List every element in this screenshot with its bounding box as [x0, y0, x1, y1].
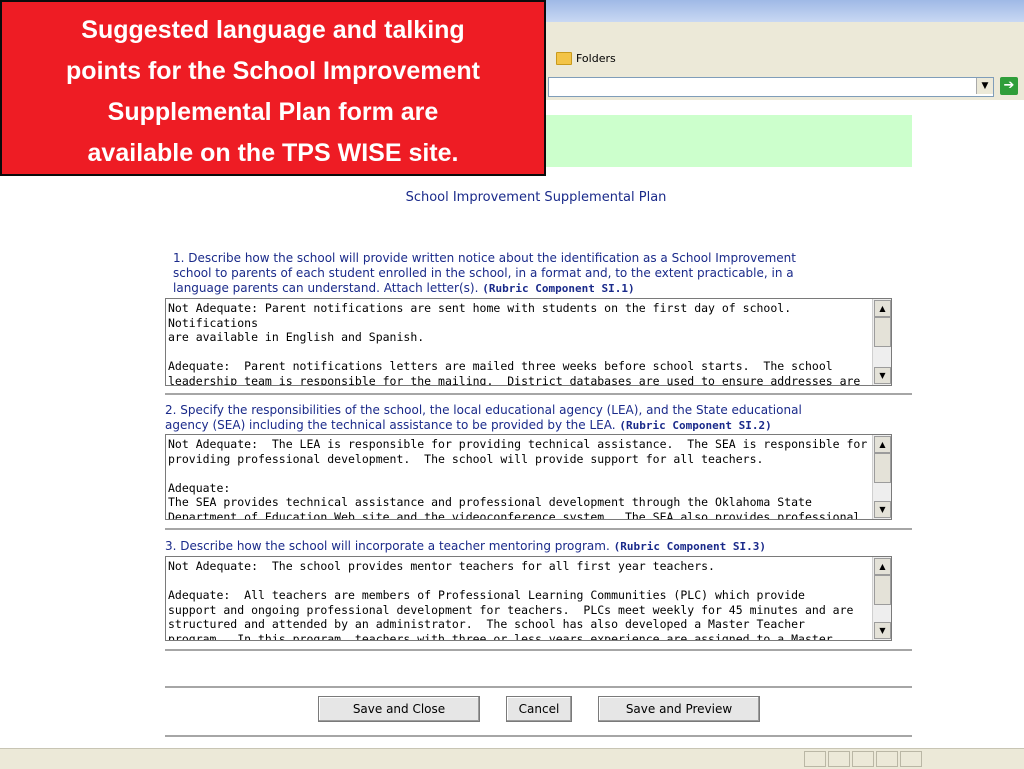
scroll-up-icon[interactable]: ▲	[874, 300, 891, 317]
green-header-bar	[546, 115, 912, 167]
divider	[165, 686, 912, 688]
callout-box: Suggested language and talking points fo…	[0, 0, 546, 176]
callout-line-4: available on the TPS WISE site.	[87, 139, 459, 167]
folders-label: Folders	[576, 52, 616, 65]
save-and-preview-button[interactable]: Save and Preview	[598, 696, 760, 722]
form-title: School Improvement Supplemental Plan	[405, 190, 667, 205]
answer-3-textarea[interactable]: Not Adequate: The school provides mentor…	[165, 556, 892, 641]
answer-1-textarea[interactable]: Not Adequate: Parent notifications are s…	[165, 298, 892, 386]
folder-icon	[556, 52, 572, 65]
question-2-line-1: 2. Specify the responsibilities of the s…	[165, 403, 802, 417]
address-dropdown-icon[interactable]: ▼	[976, 78, 993, 94]
status-cell	[804, 751, 826, 767]
scroll-thumb[interactable]	[874, 453, 891, 483]
status-cell	[828, 751, 850, 767]
rubric-si2: (Rubric Component SI.2)	[619, 419, 772, 432]
scroll-down-icon[interactable]: ▼	[874, 622, 891, 639]
answer-1-scrollbar[interactable]: ▲ ▼	[872, 299, 891, 385]
question-1-line-3-wrap: language parents can understand. Attach …	[173, 281, 796, 296]
answer-3-text: Not Adequate: The school provides mentor…	[168, 559, 854, 640]
answer-3-scrollbar[interactable]: ▲ ▼	[872, 557, 891, 640]
question-1: 1. Describe how the school will provide …	[173, 251, 796, 296]
callout-line-3: Supplemental Plan form are	[107, 98, 439, 126]
go-arrow-icon[interactable]: ➔	[1000, 77, 1018, 95]
question-1-line-1: 1. Describe how the school will provide …	[173, 251, 796, 265]
question-3-line-1: 3. Describe how the school will incorpor…	[165, 539, 610, 553]
status-cell	[876, 751, 898, 767]
question-3: 3. Describe how the school will incorpor…	[165, 539, 766, 554]
answer-2-text: Not Adequate: The LEA is responsible for…	[168, 437, 868, 519]
scroll-thumb[interactable]	[874, 575, 891, 605]
answer-1-text: Not Adequate: Parent notifications are s…	[168, 301, 861, 385]
divider	[165, 735, 912, 737]
question-3-line-1-wrap: 3. Describe how the school will incorpor…	[165, 539, 766, 554]
cancel-button[interactable]: Cancel	[506, 696, 572, 722]
answer-2-scrollbar[interactable]: ▲ ▼	[872, 435, 891, 519]
scroll-up-icon[interactable]: ▲	[874, 436, 891, 453]
question-1-line-3: language parents can understand. Attach …	[173, 281, 479, 295]
divider	[165, 528, 912, 530]
rubric-si1: (Rubric Component SI.1)	[482, 282, 635, 295]
scroll-up-icon[interactable]: ▲	[874, 558, 891, 575]
question-2: 2. Specify the responsibilities of the s…	[165, 403, 802, 433]
status-cell	[852, 751, 874, 767]
question-2-line-2-wrap: agency (SEA) including the technical ass…	[165, 418, 802, 433]
question-2-line-2: agency (SEA) including the technical ass…	[165, 418, 616, 432]
divider	[165, 649, 912, 651]
folders-button[interactable]: Folders	[556, 52, 616, 65]
question-1-line-2: school to parents of each student enroll…	[173, 266, 794, 280]
rubric-si3: (Rubric Component SI.3)	[613, 540, 766, 553]
answer-2-textarea[interactable]: Not Adequate: The LEA is responsible for…	[165, 434, 892, 520]
callout-line-1: Suggested language and talking	[81, 16, 465, 44]
address-input[interactable]	[548, 77, 994, 97]
divider	[165, 393, 912, 395]
callout-line-2: points for the School Improvement	[66, 57, 480, 85]
scroll-down-icon[interactable]: ▼	[874, 367, 891, 384]
scroll-thumb[interactable]	[874, 317, 891, 347]
save-and-close-button[interactable]: Save and Close	[318, 696, 480, 722]
status-cell	[900, 751, 922, 767]
scroll-down-icon[interactable]: ▼	[874, 501, 891, 518]
